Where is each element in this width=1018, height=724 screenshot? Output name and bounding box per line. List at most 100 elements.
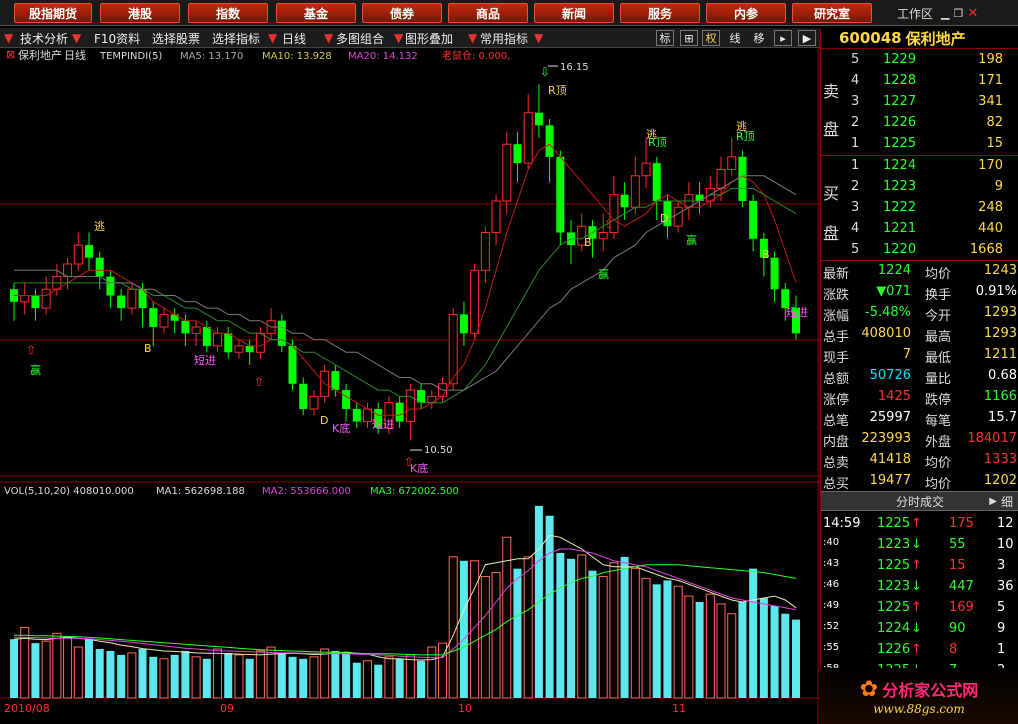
buy-order-row[interactable]: 5 1220 1668: [821, 240, 1018, 261]
buy-order-row[interactable]: 4 1221 440: [821, 219, 1018, 240]
sell-order-row[interactable]: 3 1227 341: [821, 92, 1018, 113]
stat-row[interactable]: 现手 7 最低 1211: [821, 345, 1018, 366]
toolbar-f10[interactable]: F10资料: [94, 30, 140, 46]
toolbar-common-indicator[interactable]: 常用指标: [480, 30, 528, 46]
candle-body: [695, 194, 704, 201]
stat-label: 涨幅: [823, 309, 850, 324]
stat-row[interactable]: 涨停 1425 跌停 1166: [821, 387, 1018, 408]
stat-value: 1211: [983, 347, 1017, 362]
toolbar-overlay[interactable]: 图形叠加: [405, 30, 453, 46]
buy-order-row[interactable]: 2 1223 9: [821, 177, 1018, 198]
stat-label: 均价: [925, 267, 952, 282]
buy-order-row[interactable]: 3 1222 248: [821, 198, 1018, 219]
buy-order-row[interactable]: 1 1224 170: [821, 156, 1018, 177]
stat-row[interactable]: 总手 408010 最高 1293: [821, 324, 1018, 345]
stat-label: 最高: [925, 330, 952, 345]
tick-row[interactable]: :43 1225 ↑ 15 3: [821, 555, 1018, 576]
toolbar-multichart[interactable]: 多图组合: [336, 30, 384, 46]
tick-row[interactable]: :40 1223 ↓ 55 10: [821, 534, 1018, 555]
volume-bar: [384, 656, 394, 699]
candle-body: [556, 156, 565, 233]
grid-icon[interactable]: ⊞: [680, 30, 698, 46]
nav-futures[interactable]: 股指期货: [14, 3, 92, 23]
tick-arrow-icon[interactable]: ▶: [989, 496, 997, 507]
tick-row[interactable]: :46 1223 ↓ 447 36: [821, 576, 1018, 597]
expand-icon[interactable]: ▸: [774, 30, 792, 46]
stat-label: 总笔: [823, 414, 850, 429]
tick-title[interactable]: 分时成交 细 ▶: [821, 491, 1018, 511]
nav-bond[interactable]: 债券: [362, 3, 442, 23]
sell-order-row[interactable]: 1 1225 15: [821, 134, 1018, 155]
sell-order-row[interactable]: 4 1228 171: [821, 71, 1018, 92]
nav-service[interactable]: 服务: [620, 3, 700, 23]
tab-yi[interactable]: 移: [750, 30, 768, 46]
stat-row[interactable]: 总笔 25997 每笔 15.7: [821, 408, 1018, 429]
stat-row[interactable]: 涨幅 -5.48% 今开 1293: [821, 303, 1018, 324]
sell-order-row[interactable]: 2 1226 82: [821, 113, 1018, 134]
stat-row[interactable]: 最新 1224 均价 1243: [821, 261, 1018, 282]
tick-time: 14:59: [823, 516, 861, 531]
tab-xian[interactable]: 线: [726, 30, 744, 46]
tab-biao[interactable]: 标: [656, 30, 674, 46]
stat-row[interactable]: 内盘 223993 外盘 184017: [821, 429, 1018, 450]
minimize-icon[interactable]: ▁: [941, 7, 949, 20]
tick-price: 1225: [877, 558, 911, 573]
stock-code: 600048: [839, 29, 902, 47]
tick-row[interactable]: :49 1225 ↑ 169 5: [821, 597, 1018, 618]
tick-volume: 15: [949, 558, 966, 573]
volume-bar: [363, 660, 373, 699]
stat-row[interactable]: 总买 19477 均价 1202: [821, 471, 1018, 492]
buy-arrow-icon: ⇧: [254, 375, 264, 389]
order-price: 1221: [883, 221, 917, 236]
nav-commodity[interactable]: 商品: [448, 3, 528, 23]
volume-bar: [255, 650, 265, 699]
stat-row[interactable]: 总额 50726 量比 0.68: [821, 366, 1018, 387]
candle-body: [427, 395, 437, 404]
volume-bar: [106, 650, 115, 698]
stat-value: 1333: [983, 452, 1017, 467]
settings-icon[interactable]: ⊠: [6, 48, 15, 61]
logo-url: www.88gs.com: [873, 701, 965, 716]
stat-row[interactable]: 总卖 41418 均价 1333: [821, 450, 1018, 471]
nav-index[interactable]: 指数: [188, 3, 268, 23]
volume-bar: [556, 552, 565, 698]
toolbar-select-indicator[interactable]: 选择指标: [212, 30, 260, 46]
nav-news[interactable]: 新闻: [534, 3, 614, 23]
signal-ding: R顶: [548, 84, 567, 97]
candle-body: [245, 345, 254, 353]
candle-body: [31, 295, 40, 309]
kline-chart[interactable]: ⊠ 保利地产 日线 TEMPINDI(5) MA5: 13.170 MA10: …: [0, 48, 820, 724]
toolbar-daily[interactable]: 日线: [282, 30, 306, 46]
tick-volume: 90: [949, 621, 966, 636]
restore-icon[interactable]: ❐: [953, 7, 963, 20]
tick-detail-tab[interactable]: 细: [1001, 493, 1013, 510]
toolbar-tech-analysis[interactable]: 技术分析: [20, 30, 68, 46]
candle-body: [395, 402, 404, 422]
volume-bar: [31, 643, 40, 698]
chart-area[interactable]: ⊠ 保利地产 日线 TEMPINDI(5) MA5: 13.170 MA10: …: [0, 48, 820, 724]
nav-hk[interactable]: 港股: [100, 3, 180, 23]
nav-insider[interactable]: 内参: [706, 3, 786, 23]
close-icon[interactable]: ✕: [967, 6, 978, 21]
order-volume: 248: [978, 200, 1003, 215]
nav-fund[interactable]: 基金: [276, 3, 356, 23]
stat-row[interactable]: 涨跌 ▼071 换手 0.91%: [821, 282, 1018, 303]
tick-volume: 175: [949, 516, 974, 531]
workarea[interactable]: 工作区 ▁ ❐ ✕: [897, 3, 1017, 23]
play-icon[interactable]: ▶: [798, 30, 816, 46]
toolbar-select-stock[interactable]: 选择股票: [152, 30, 200, 46]
sell-order-row[interactable]: 5 1229 198: [821, 50, 1018, 71]
candle-body: [202, 327, 211, 346]
tick-volume: 447: [949, 579, 974, 594]
candle-body: [127, 288, 137, 309]
candle-body: [95, 257, 104, 277]
candle-body: [106, 276, 115, 296]
volume-bar: [95, 649, 104, 698]
tab-quan[interactable]: 权: [702, 30, 720, 46]
tick-row[interactable]: :55 1226 ↑ 8 1: [821, 639, 1018, 660]
nav-research[interactable]: 研究室: [792, 3, 872, 23]
stat-value: 1425: [877, 389, 911, 404]
tick-row[interactable]: 14:59 1225 ↑ 175 12: [821, 513, 1018, 534]
volume-bar: [491, 572, 501, 699]
tick-row[interactable]: :52 1224 ↓ 90 9: [821, 618, 1018, 639]
